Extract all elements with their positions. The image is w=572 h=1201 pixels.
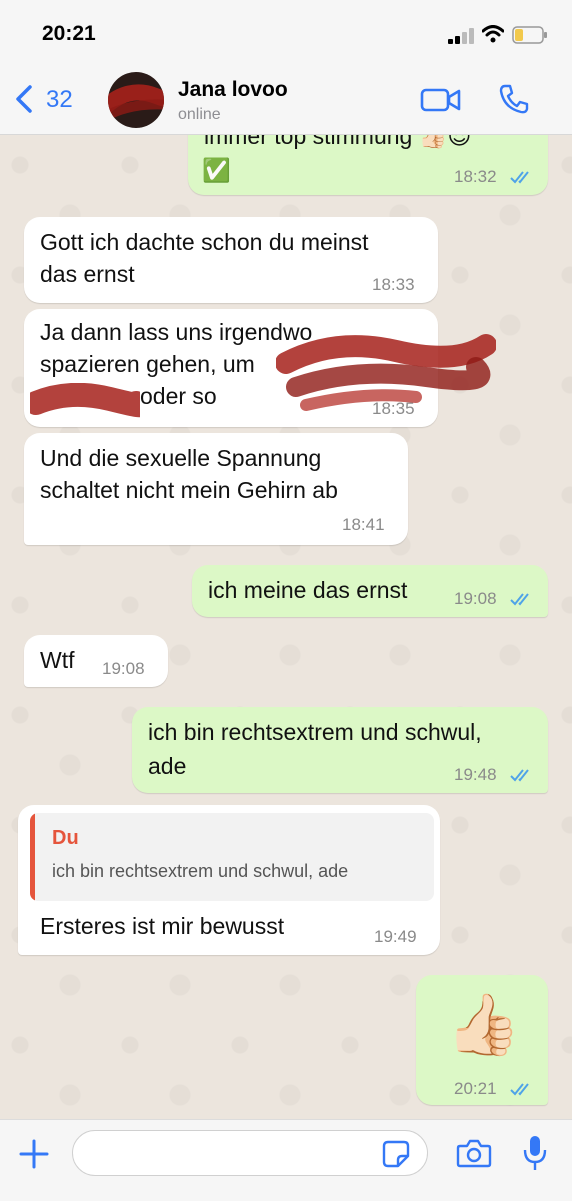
quoted-reply[interactable]: Du ich bin rechtsextrem und schwul, ade (30, 813, 434, 901)
message-time: 20:21 (454, 1079, 497, 1098)
unread-count[interactable]: 32 (46, 86, 73, 114)
battery-icon (512, 26, 547, 44)
message-list[interactable]: immer top stimmung 👍🏻😎 ✅ 18:32 Gott ich … (0, 135, 572, 1119)
message-text: Wtf (40, 647, 75, 673)
message-text: Ja dann lass uns irgendwo (40, 319, 313, 345)
message-bubble-outgoing[interactable]: immer top stimmung 👍🏻😎 ✅ 18:32 (188, 135, 548, 195)
message-text: Gott ich dachte schon du meinst (40, 229, 369, 255)
reply-accent-bar (30, 813, 35, 901)
reply-text: ich bin rechtsextrem und schwul, ade (52, 861, 349, 881)
phone-icon[interactable] (498, 83, 530, 115)
camera-icon[interactable] (456, 1138, 492, 1168)
read-receipt-icon (510, 1083, 529, 1096)
message-bubble-outgoing[interactable]: ich bin rechtsextrem und schwul, ade 19:… (132, 707, 548, 793)
status-bar: 20:21 (0, 0, 572, 66)
message-text: ✅ (202, 157, 231, 183)
contact-status: online (178, 106, 221, 123)
message-bubble-incoming[interactable]: Und die sexuelle Spannung schaltet nicht… (24, 433, 408, 545)
cellular-signal-icon (448, 28, 474, 44)
message-time: 18:32 (454, 167, 497, 186)
read-receipt-icon (510, 593, 529, 606)
composer-bar (0, 1119, 572, 1201)
message-text: schaltet nicht mein Gehirn ab (40, 477, 338, 503)
redaction-scribble (276, 334, 496, 411)
read-receipt-icon (510, 769, 529, 782)
message-bubble-outgoing[interactable]: 👍🏻 20:21 (416, 975, 548, 1105)
redaction-scribble (30, 383, 140, 418)
message-time: 19:48 (454, 765, 497, 784)
microphone-icon[interactable] (522, 1134, 548, 1172)
video-call-icon[interactable] (420, 86, 462, 114)
message-text: ade (148, 753, 187, 779)
read-receipt-icon (510, 171, 529, 184)
message-text: Und die sexuelle Spannung (40, 445, 322, 471)
message-time: 18:33 (372, 275, 415, 294)
message-time: 19:08 (454, 589, 497, 608)
message-text: Ersteres ist mir bewusst (40, 913, 285, 939)
message-time: 19:08 (102, 659, 145, 678)
message-bubble-outgoing[interactable]: ich meine das ernst 19:08 (192, 565, 548, 617)
wifi-icon (482, 25, 504, 43)
contact-name[interactable]: Jana lovoo (178, 78, 288, 102)
back-chevron-icon[interactable] (14, 84, 34, 114)
message-text: spazieren gehen, um (40, 351, 255, 377)
message-bubble-incoming[interactable]: Wtf 19:08 (24, 635, 168, 687)
message-bubble-incoming[interactable]: Gott ich dachte schon du meinst das erns… (24, 217, 438, 303)
message-time: 18:41 (342, 515, 385, 534)
message-input[interactable] (72, 1130, 428, 1176)
message-text: immer top stimmung 👍🏻😎 (204, 135, 472, 149)
chat-header: 32 Jana lovoo online (0, 66, 572, 135)
thumbs-up-emoji: 👍🏻 (446, 991, 521, 1058)
status-time: 20:21 (42, 22, 96, 45)
plus-icon[interactable] (18, 1138, 50, 1170)
contact-avatar[interactable] (108, 72, 164, 128)
reply-sender: Du (52, 827, 79, 849)
sticker-icon[interactable] (382, 1140, 410, 1168)
message-text: ich meine das ernst (208, 577, 408, 603)
redaction-scribble (108, 84, 164, 120)
message-text: das ernst (40, 261, 135, 287)
message-text: oder so (140, 383, 217, 409)
message-time: 19:49 (374, 927, 417, 946)
message-text: ich bin rechtsextrem und schwul, (148, 719, 482, 745)
